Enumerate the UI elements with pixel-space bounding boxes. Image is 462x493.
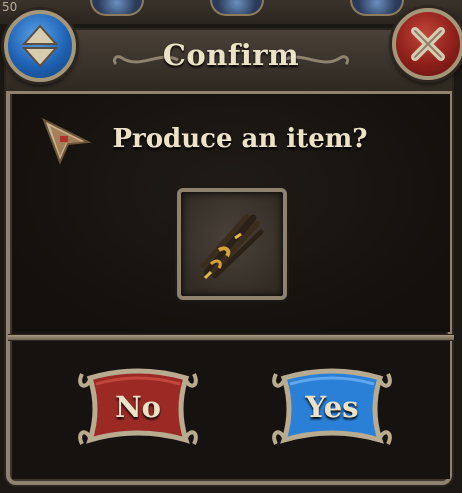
yes-button[interactable]: Yes [270,366,394,452]
bundle-of-sticks-icon [200,213,264,280]
cursor-arrow-icon [42,117,92,165]
yes-button-label: Yes [305,390,359,424]
no-button-label: No [115,390,161,424]
no-button[interactable]: No [76,366,200,452]
sort-button[interactable] [4,10,76,82]
confirm-question: Produce an item? [112,124,368,154]
up-down-arrows-icon [21,24,59,68]
dialog-divider [8,334,454,341]
inventory-slot-icon[interactable] [210,0,264,16]
game-screen: 50 Confirm Produce an item? No Yes [0,0,462,493]
strip-count-text: 50 [2,0,18,14]
close-x-icon [411,27,445,61]
close-button[interactable] [392,8,462,80]
item-slot [177,188,287,300]
inventory-slot-icon[interactable] [90,0,144,16]
